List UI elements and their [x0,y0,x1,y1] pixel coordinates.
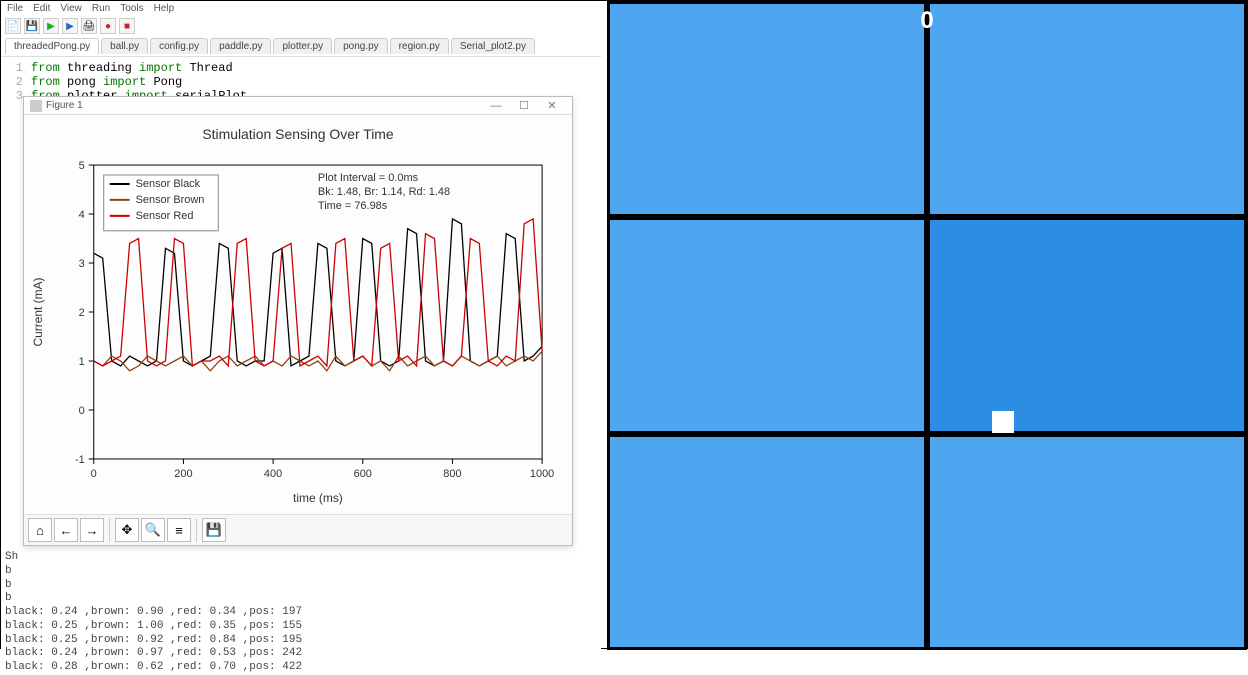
svg-text:Sensor Black: Sensor Black [136,178,201,190]
pong-region-5 [930,437,1244,647]
svg-text:200: 200 [174,468,192,480]
plot-canvas[interactable]: Stimulation Sensing Over Time 0 200 400 600 8… [24,115,572,514]
tab-ball-py[interactable]: ball.py [101,38,148,54]
pong-region-1 [930,4,1244,214]
ide-pane: FileEditViewRunToolsHelp 📄💾▶▶🖨●■ threade… [1,1,601,650]
svg-text:Sensor Brown: Sensor Brown [136,194,205,206]
pong-region-2 [610,220,924,430]
menu-bar: File Edit View Run Tools Help [1,1,601,16]
svg-text:600: 600 [354,468,372,480]
svg-text:1: 1 [79,356,85,368]
mpl-forward-button[interactable]: → [80,518,104,542]
mpl-zoom-button[interactable]: 🔍 [141,518,165,542]
svg-text:800: 800 [443,468,461,480]
tab-region-py[interactable]: region.py [390,38,449,54]
svg-text:Stimulation Sensing Over Time: Stimulation Sensing Over Time [202,126,394,142]
tab-paddle-py[interactable]: paddle.py [210,38,271,54]
figure-titlebar[interactable]: Figure 1 — ☐ ✕ [24,97,572,115]
svg-text:4: 4 [79,209,85,221]
svg-text:3: 3 [79,258,85,270]
menu-edit[interactable]: Edit [33,3,50,14]
editor-tabs: threadedPong.pyball.pyconfig.pypaddle.py… [1,36,601,57]
mpl-save-button[interactable]: 💾 [202,518,226,542]
pong-grid [607,1,1247,650]
mpl-toolbar: ⌂←→ ✥🔍≡ 💾 [24,514,572,545]
pong-region-3 [930,220,1244,430]
menu-file[interactable]: File [7,3,23,14]
mpl-pan-button[interactable]: ✥ [115,518,139,542]
save-icon[interactable]: 💾 [24,18,40,34]
console-output: Sh b b b black: 0.24 ,brown: 0.90 ,red: … [5,551,595,675]
svg-text:time (ms): time (ms) [293,491,343,505]
mpl-home-button[interactable]: ⌂ [28,518,52,542]
pong-region-0 [610,4,924,214]
print-icon[interactable]: 🖨 [81,18,97,34]
tab-pong-py[interactable]: pong.py [334,38,388,54]
tab-threadedpong-py[interactable]: threadedPong.py [5,38,99,54]
tab-config-py[interactable]: config.py [150,38,208,54]
figure-icon [30,100,42,112]
svg-text:Time = 76.98s: Time = 76.98s [318,200,388,212]
play-green-icon[interactable]: ▶ [43,18,59,34]
svg-text:-1: -1 [75,454,85,466]
menu-run[interactable]: Run [92,3,110,14]
menu-view[interactable]: View [60,3,82,14]
svg-text:1000: 1000 [530,468,554,480]
menu-tools[interactable]: Tools [120,3,143,14]
tab-serial_plot2-py[interactable]: Serial_plot2.py [451,38,535,54]
svg-text:Plot Interval = 0.0ms: Plot Interval = 0.0ms [318,172,419,184]
svg-text:400: 400 [264,468,282,480]
code-line[interactable]: 1from threading import Thread [1,61,601,75]
svg-text:5: 5 [79,160,85,172]
svg-text:2: 2 [79,307,85,319]
pong-score: 0 [920,7,933,35]
code-line[interactable]: 2from pong import Pong [1,75,601,89]
close-button[interactable]: ✕ [538,99,566,112]
record-red-icon[interactable]: ● [100,18,116,34]
pong-region-4 [610,437,924,647]
play-blue-icon[interactable]: ▶ [62,18,78,34]
svg-text:Current (mA): Current (mA) [31,277,45,346]
tab-plotter-py[interactable]: plotter.py [273,38,332,54]
menu-help[interactable]: Help [154,3,175,14]
mpl-configure-button[interactable]: ≡ [167,518,191,542]
toolbar: 📄💾▶▶🖨●■ [1,16,601,36]
maximize-button[interactable]: ☐ [510,99,538,112]
svg-text:0: 0 [91,468,97,480]
pong-window[interactable]: 0 [607,1,1247,650]
figure-window[interactable]: Figure 1 — ☐ ✕ Stimulation Sensing Over … [23,96,573,546]
svg-text:Bk: 1.48, Br: 1.14, Rd: 1.48: Bk: 1.48, Br: 1.14, Rd: 1.48 [318,186,450,198]
svg-text:Sensor Red: Sensor Red [136,210,194,222]
svg-text:0: 0 [79,405,85,417]
figure-title: Figure 1 [46,100,83,111]
mpl-back-button[interactable]: ← [54,518,78,542]
stop-icon[interactable]: ■ [119,18,135,34]
chart-svg: Stimulation Sensing Over Time 0 200 400 600 8… [24,115,572,514]
minimize-button[interactable]: — [482,100,510,112]
page-icon[interactable]: 📄 [5,18,21,34]
pong-ball [992,411,1014,433]
